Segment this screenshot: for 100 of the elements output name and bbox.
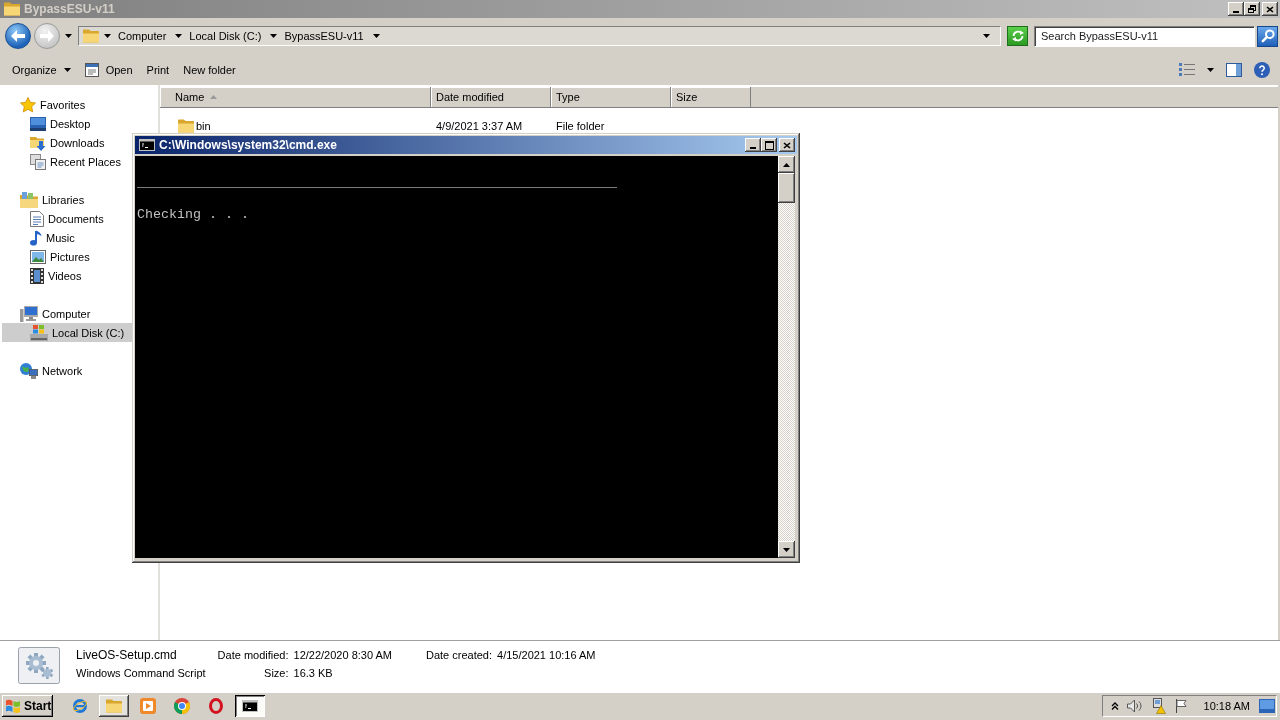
maximize-button[interactable] [761,138,777,152]
scroll-up-button[interactable] [778,156,795,173]
picture-icon [30,249,46,264]
column-header[interactable]: Size [671,87,751,107]
breadcrumb[interactable]: Computer [116,30,169,42]
caret-icon [1207,67,1214,72]
start-button[interactable]: Start [2,695,53,717]
refresh-arrows-icon [1010,30,1025,42]
scrollbar-thumb[interactable] [778,173,795,203]
network-button[interactable] [1150,698,1167,714]
music-note-icon [30,229,42,246]
details-file-type: Windows Command Script [76,666,206,681]
console-icon [242,700,258,712]
minimize-icon [750,147,756,149]
table-cell-text: 4/9/2021 3:37 AM [435,120,524,132]
sidebar-item[interactable]: Downloads [2,133,132,152]
star-icon [20,96,36,113]
refresh-button[interactable] [1007,26,1028,46]
window-flag-icon [5,699,21,713]
sidebar-item[interactable]: Local Disk (C:) [2,323,132,342]
toolbar-menu-button[interactable]: Organize [6,58,77,81]
details-value: 16.3 KB [293,666,333,681]
details-label: Date modified: [217,648,289,663]
address-field[interactable]: Computer Local Disk (C:) BypassESU-v11 [78,26,1001,46]
show-hidden-icons-button[interactable] [1110,702,1119,710]
document-icon [30,210,44,227]
back-button[interactable] [5,23,31,49]
arrow-right-icon [40,30,54,42]
close-button[interactable] [779,138,795,152]
caret-icon [65,34,72,38]
sidebar-item[interactable]: Music [2,228,132,247]
caret-icon [983,34,990,38]
sidebar-item[interactable]: Documents [2,209,132,228]
stacked-pages-icon [30,153,46,170]
views-menu-button[interactable] [1205,65,1216,74]
scrollbar[interactable] [778,156,795,558]
clock[interactable]: 10:18 AM [1203,700,1250,712]
details-label: Size: [264,666,289,681]
sidebar-item[interactable]: Computer [2,304,132,323]
taskbar-button[interactable] [99,695,129,717]
close-button[interactable] [1262,2,1278,16]
sidebar-item[interactable]: Videos [2,266,132,285]
toolbar-button[interactable]: Open [78,58,139,81]
preview-pane-button[interactable] [1224,60,1244,79]
help-icon [1254,61,1270,78]
monitor-icon [30,116,46,131]
caret-icon [372,34,380,38]
film-strip-icon [30,267,44,284]
minimize-button[interactable] [1228,2,1244,16]
sidebar-item[interactable]: Network [2,361,132,380]
address-history-button[interactable] [981,32,992,40]
close-icon [1266,5,1274,13]
breadcrumb-caret-button[interactable] [268,32,280,40]
breadcrumb-caret-button[interactable] [173,32,185,40]
recent-pages-button[interactable] [63,32,74,40]
drive-icon [30,324,48,341]
sidebar-item[interactable]: Favorites [2,95,132,114]
list-view-icon [1179,63,1195,76]
flag-icon [1174,699,1189,713]
library-folder-icon [20,191,38,208]
toolbar-button[interactable]: New folder [177,58,242,81]
volume-button[interactable] [1126,699,1143,713]
folder-icon [178,119,194,133]
console-line: Checking . . . [137,207,249,223]
column-header[interactable]: Type [551,87,671,107]
preview-pane-icon [1226,62,1242,77]
sidebar-item[interactable]: Libraries [2,190,132,209]
minimize-button[interactable] [745,138,761,152]
breadcrumb-caret-button[interactable] [102,32,113,40]
details-file-name: LiveOS-Setup.cmd [76,647,178,663]
breadcrumb[interactable]: BypassESU-v11 [282,30,366,42]
restore-button[interactable] [1244,2,1260,16]
search-button[interactable] [1257,25,1278,47]
toolbar-button[interactable]: Print [140,58,176,81]
oval-ring-icon [209,698,223,714]
details-label: Date created: [426,648,493,663]
breadcrumb-caret-button[interactable] [370,32,382,40]
folder-icon [106,699,122,713]
restore-icon [1248,5,1256,13]
column-header[interactable]: Date modified [431,87,551,107]
views-button[interactable] [1177,61,1197,78]
column-header[interactable]: Name [160,87,431,107]
taskbar-button[interactable] [235,695,265,717]
search-field[interactable]: Search BypassESU-v11 [1034,25,1255,47]
window-icon [84,62,99,77]
sidebar-item[interactable]: Pictures [2,247,132,266]
table-cell-text: File folder [555,120,606,132]
speaker-icon [1126,699,1143,713]
help-button[interactable] [1252,59,1272,80]
file-name[interactable]: bin [196,120,211,132]
window-title: BypassESU-v11 [24,2,115,16]
details-value: 4/15/2021 10:16 AM [497,648,596,663]
sidebar-item[interactable]: Desktop [2,114,132,133]
sidebar-item[interactable]: Recent Places [2,152,132,171]
scroll-down-button[interactable] [778,541,795,558]
folder-arrow-icon [30,134,46,151]
action-center-button[interactable] [1174,699,1189,713]
console-icon [139,139,155,151]
triangle-up-icon [783,162,790,167]
breadcrumb[interactable]: Local Disk (C:) [187,30,264,42]
